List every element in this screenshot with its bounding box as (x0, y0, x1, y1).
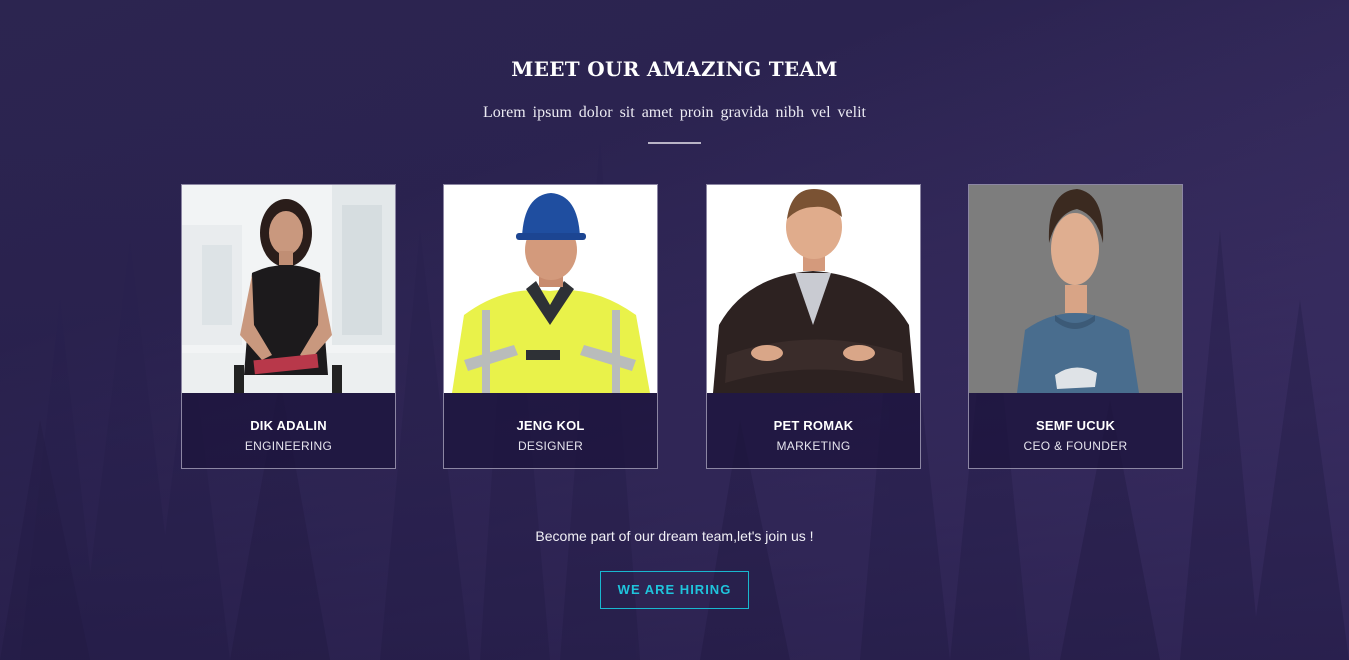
team-member-name: JENG KOL (516, 418, 585, 433)
team-member-role: DESIGNER (517, 439, 584, 453)
team-member-name: DIK ADALIN (250, 418, 327, 433)
team-card: PET ROMAK MARKETING (706, 184, 921, 469)
team-member-name: SEMF UCUK (1035, 418, 1116, 433)
team-card: JENG KOL DESIGNER (443, 184, 658, 469)
team-member-photo (707, 185, 920, 393)
team-member-name: PET ROMAK (773, 418, 854, 433)
team-member-role: ENGINEERING (244, 439, 333, 453)
join-invitation-text: Become part of our dream team,let's join… (535, 528, 814, 544)
team-member-photo (444, 185, 657, 393)
team-card: SEMF UCUK CEO & FOUNDER (968, 184, 1183, 469)
team-member-photo (969, 185, 1182, 393)
team-section: MEET OUR AMAZING TEAM Lorem ipsum dolor … (0, 0, 1349, 660)
team-member-role: MARKETING (776, 439, 851, 453)
team-member-photo (182, 185, 395, 393)
team-member-role: CEO & FOUNDER (1023, 439, 1128, 453)
title-divider (648, 142, 701, 144)
we-are-hiring-button[interactable]: WE ARE HIRING (600, 571, 749, 609)
section-subtitle: Lorem ipsum dolor sit amet proin gravida… (483, 104, 866, 121)
section-title: MEET OUR AMAZING TEAM (511, 57, 838, 81)
team-card: DIK ADALIN ENGINEERING (181, 184, 396, 469)
